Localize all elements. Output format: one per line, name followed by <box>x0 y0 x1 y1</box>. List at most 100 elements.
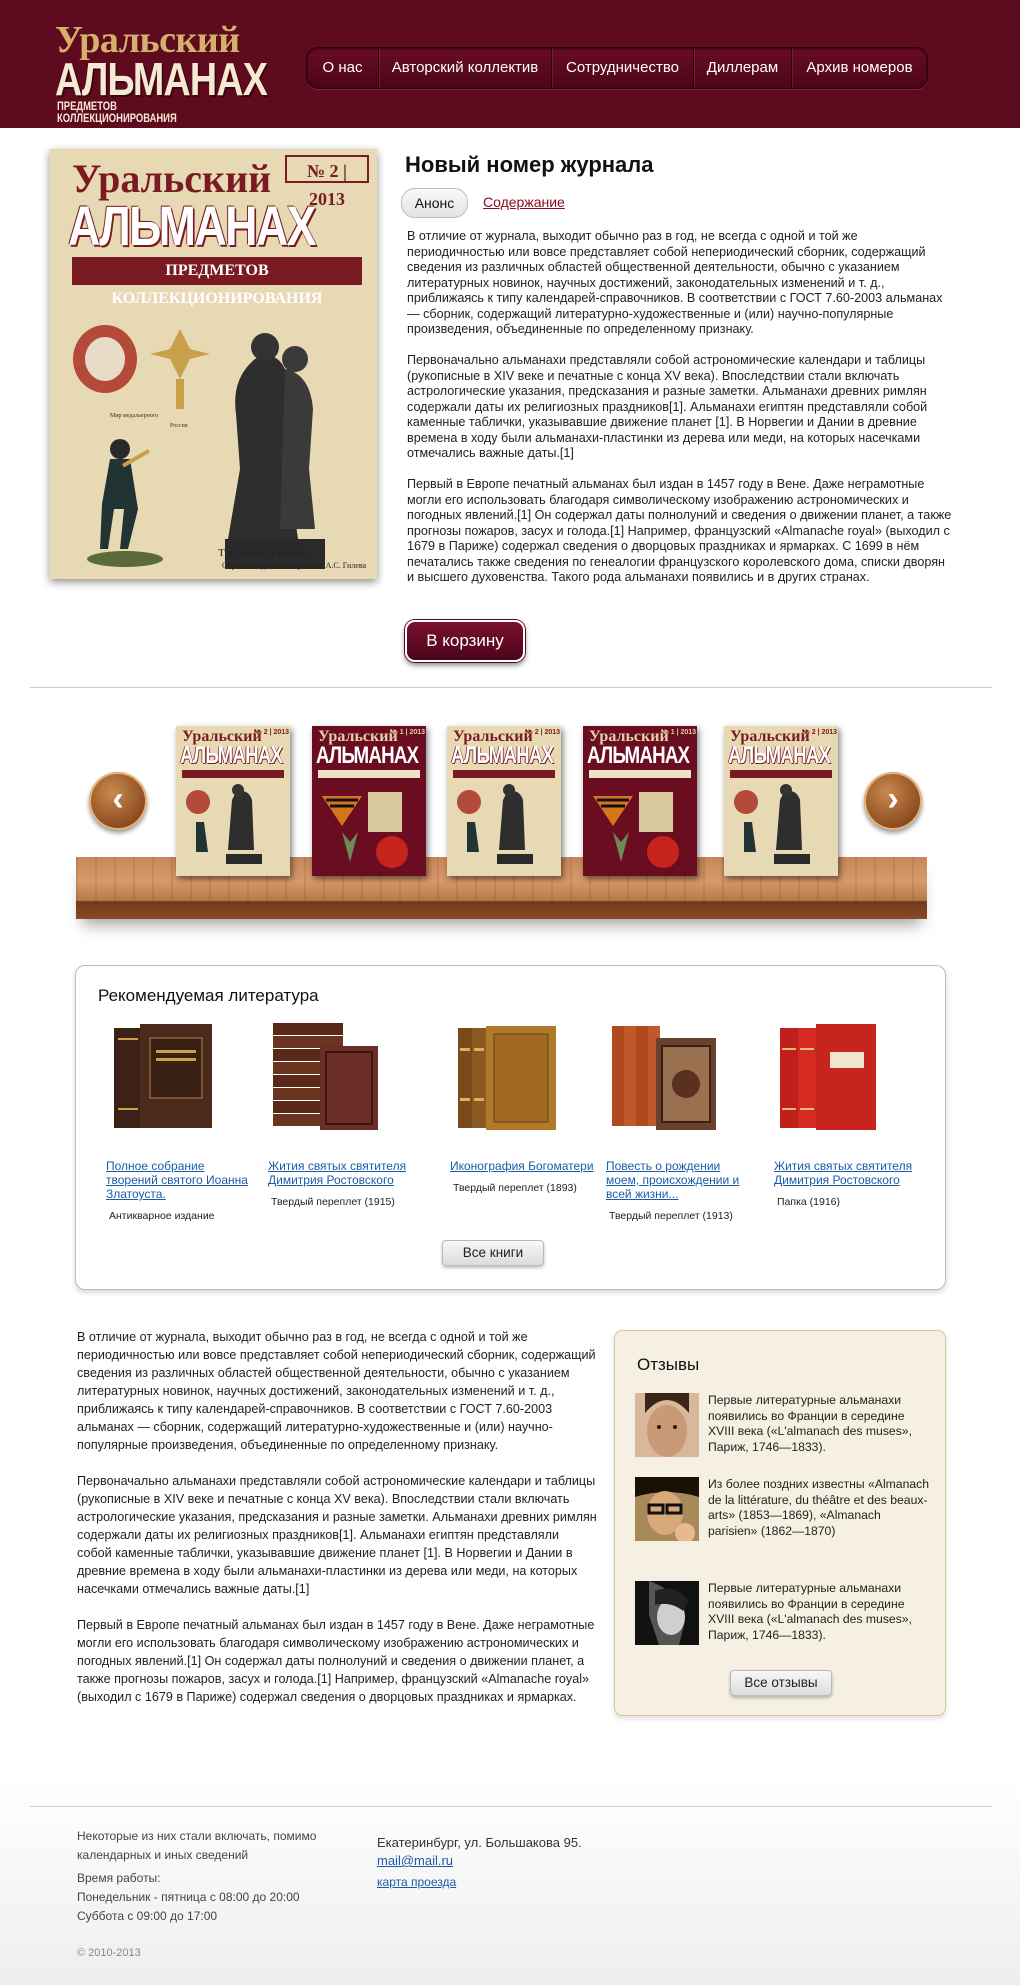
svg-text:Мир медальерного: Мир медальерного <box>110 413 158 419</box>
book-band <box>730 770 832 778</box>
shelf-book[interactable]: Уральский № 1 | 2013 АЛЬМАНАХ <box>312 726 426 876</box>
rec-note: Твердый переплет (1915) <box>271 1196 395 1208</box>
footer-info: Некоторые из них стали включать, помимо … <box>77 1827 337 1926</box>
avatar[interactable] <box>635 1581 699 1645</box>
rec-item: Полное собрание творений святого Иоанна … <box>106 1018 256 1223</box>
issue-cover[interactable]: Уральский № 2 | 2013 АЛЬМАНАХ ПРЕДМЕТОВ … <box>50 149 377 579</box>
cover-caption: Трудовые резервы. <box>218 547 307 559</box>
nav-archive[interactable]: Архив номеров <box>792 48 927 88</box>
book-number: № 1 | 2013 <box>390 729 426 736</box>
book-number: № 1 | 2013 <box>661 729 697 736</box>
cover-title2: АЛЬМАНАХ <box>68 194 316 257</box>
book-band <box>453 770 555 778</box>
nav-cooperation[interactable]: Сотрудничество <box>552 48 694 88</box>
footer-text: календарных и иных сведений <box>77 1848 249 1862</box>
shelf-next-button[interactable]: › <box>864 772 922 830</box>
logo-line3: ПРЕДМЕТОВ КОЛЛЕКЦИОНИРОВАНИЯ <box>57 101 177 125</box>
divider <box>30 687 992 688</box>
cover-title3: ПРЕДМЕТОВ КОЛЛЕКЦИОНИРОВАНИЯ <box>72 257 362 307</box>
rec-link[interactable]: Полное собрание творений святого Иоанна … <box>106 1159 256 1201</box>
rec-item: Жития святых святителя Димитрия Ростовск… <box>268 1018 418 1209</box>
footer-divider <box>30 1806 992 1807</box>
hours-weekday: Понедельник - пятница с 08:00 до 20:00 <box>77 1890 300 1904</box>
avatar[interactable] <box>635 1477 699 1541</box>
nav-about[interactable]: О нас <box>307 48 379 88</box>
recommended-title: Рекомендуемая литература <box>98 986 319 1005</box>
issue-paragraph: Первый в Европе печатный альманах был из… <box>407 477 952 584</box>
book-image[interactable] <box>106 1018 221 1138</box>
rec-link[interactable]: Иконография Богоматери <box>450 1159 600 1173</box>
cover-caption-sub: Образ молодежи в творчестве А.С. Гилева <box>222 561 367 570</box>
review-text: Первые литературные альманахи появились … <box>708 1581 912 1642</box>
cover-number: № 2 | 2013 <box>285 155 369 209</box>
tab-contents[interactable]: Содержание <box>483 194 565 210</box>
header: Уральский АЛЬМАНАХ ПРЕДМЕТОВ КОЛЛЕКЦИОНИ… <box>0 0 1020 128</box>
review-text: Первые литературные альманахи появились … <box>708 1393 912 1454</box>
article-paragraph: Первый в Европе печатный альманах был из… <box>77 1618 595 1704</box>
book-title2: АЛЬМАНАХ <box>451 742 554 769</box>
rec-item: Повесть о рождении моем, происхождении и… <box>606 1018 756 1223</box>
book-title2: АЛЬМАНАХ <box>180 742 283 769</box>
article-paragraph: В отличие от журнала, выходит обычно раз… <box>77 1330 596 1452</box>
book-cover-art <box>186 784 262 864</box>
shelf-prev-button[interactable]: ‹ <box>89 772 147 830</box>
all-reviews-button[interactable]: Все отзывы <box>730 1670 832 1696</box>
book-image[interactable] <box>774 1018 889 1138</box>
tab-announcement[interactable]: Анонс <box>401 188 468 218</box>
shelf-book[interactable]: Уральский № 2 | 2013 АЛЬМАНАХ <box>724 726 838 876</box>
book-band <box>589 770 691 778</box>
issue-paragraph: В отличие от журнала, выходит обычно раз… <box>407 229 943 336</box>
book-cover-art <box>322 792 408 868</box>
book-title2: АЛЬМАНАХ <box>728 742 831 769</box>
hours-saturday: Суббота с 09:00 до 17:00 <box>77 1909 218 1923</box>
main-nav: О нас Авторский коллектив Сотрудничество… <box>306 47 928 89</box>
book-image[interactable] <box>268 1018 383 1138</box>
shelf-book[interactable]: Уральский № 2 | 2013 АЛЬМАНАХ <box>447 726 561 876</box>
article-text: В отличие от журнала, выходит обычно раз… <box>77 1328 597 1724</box>
book-band <box>318 770 420 778</box>
book-number: № 2 | 2013 <box>525 729 561 736</box>
review-text: Из более поздних известны «Almanach de l… <box>708 1477 930 1538</box>
add-to-cart-button[interactable]: В корзину <box>405 620 525 662</box>
article-paragraph: Первоначально альманахи представляли соб… <box>77 1474 597 1596</box>
footer-contacts: Екатеринбург, ул. Большакова 95. mail@ma… <box>377 1834 637 1891</box>
rec-note: Папка (1916) <box>777 1196 841 1208</box>
nav-authors[interactable]: Авторский коллектив <box>379 48 552 88</box>
rec-link[interactable]: Повесть о рождении моем, происхождении и… <box>606 1159 756 1201</box>
logo[interactable]: Уральский АЛЬМАНАХ ПРЕДМЕТОВ КОЛЛЕКЦИОНИ… <box>55 18 268 125</box>
recommended-literature: Рекомендуемая литература Полное собрание… <box>75 965 946 1290</box>
chevron-left-icon: ‹ <box>112 780 124 818</box>
footer-text: Некоторые из них стали включать, помимо <box>77 1829 317 1843</box>
book-cover-art <box>457 784 533 864</box>
svg-text:Россия: Россия <box>170 423 188 429</box>
avatar[interactable] <box>635 1393 699 1457</box>
copyright: © 2010-2013 <box>77 1947 141 1959</box>
book-number: № 2 | 2013 <box>802 729 838 736</box>
book-image[interactable] <box>606 1018 721 1138</box>
book-image[interactable] <box>450 1018 565 1138</box>
issue-paragraph: Первоначально альманахи представляли соб… <box>407 353 928 460</box>
cover-illustration: Мир медальерного Россия <box>73 325 325 569</box>
reviews-panel: Отзывы Первые литературные альманахи поя… <box>614 1330 946 1716</box>
book-cover-art <box>593 792 679 868</box>
nav-dealers[interactable]: Диллерам <box>694 48 792 88</box>
email-link[interactable]: mail@mail.ru <box>377 1853 453 1868</box>
reviews-title: Отзывы <box>637 1355 700 1374</box>
book-number: № 2 | 2013 <box>254 729 290 736</box>
all-books-button[interactable]: Все книги <box>442 1240 544 1266</box>
rec-note: Антикварное издание <box>109 1210 215 1222</box>
rec-link[interactable]: Жития святых святителя Димитрия Ростовск… <box>774 1159 924 1187</box>
address: Екатеринбург, ул. Большакова 95. <box>377 1835 582 1850</box>
map-link[interactable]: карта проезда <box>377 1875 456 1889</box>
logo-line2: АЛЬМАНАХ <box>55 53 268 105</box>
shelf-book[interactable]: Уральский № 1 | 2013 АЛЬМАНАХ <box>583 726 697 876</box>
rec-link[interactable]: Жития святых святителя Димитрия Ростовск… <box>268 1159 418 1187</box>
rec-note: Твердый переплет (1913) <box>609 1210 733 1222</box>
book-title2: АЛЬМАНАХ <box>587 742 690 769</box>
issue-title: Новый номер журнала <box>405 152 654 177</box>
rec-note: Твердый переплет (1893) <box>453 1182 577 1194</box>
book-band <box>182 770 284 778</box>
chevron-right-icon: › <box>887 780 899 818</box>
hours-label: Время работы: <box>77 1871 161 1885</box>
shelf-book[interactable]: Уральский № 2 | 2013 АЛЬМАНАХ <box>176 726 290 876</box>
